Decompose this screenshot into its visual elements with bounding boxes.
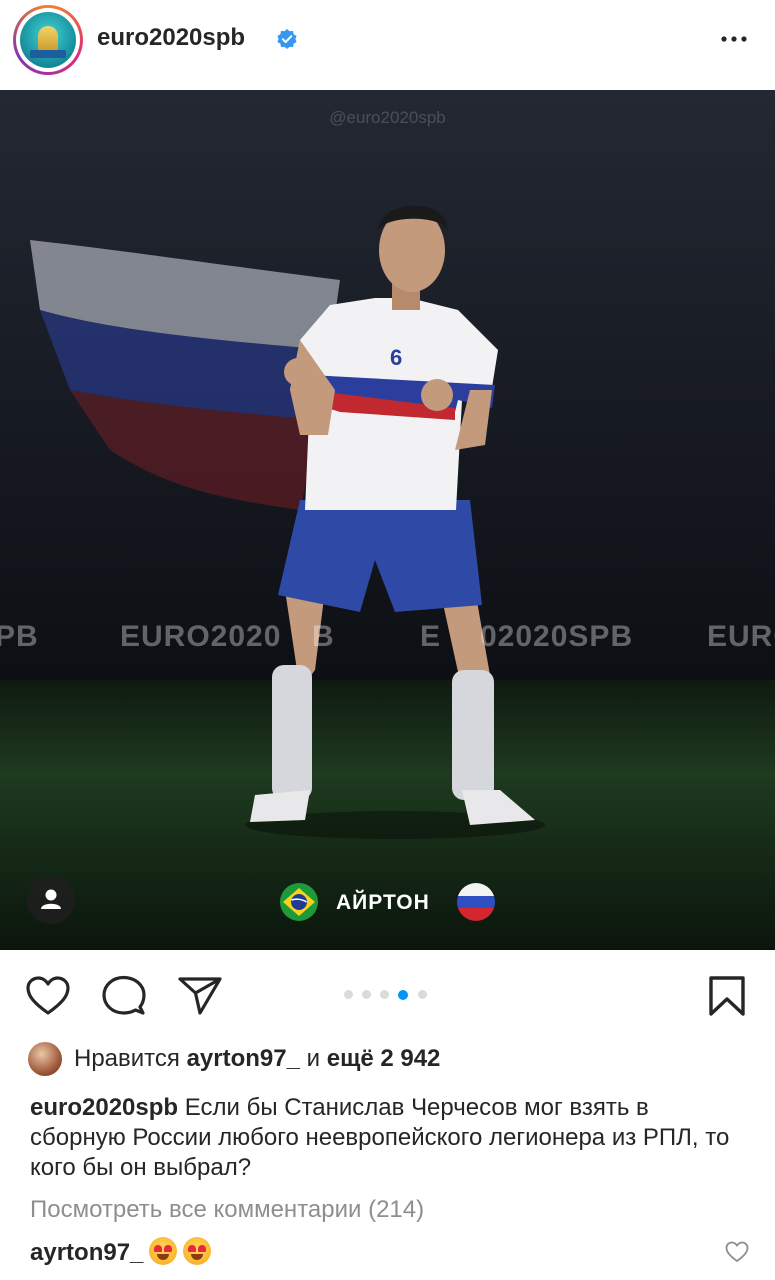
euro2020-logo-icon [20,12,76,68]
comment-row: ayrton97_ [30,1237,212,1267]
user-tag-button[interactable] [27,876,75,924]
view-all-comments-link[interactable]: Посмотреть все комментарии (214) [30,1196,424,1224]
brazil-flag-icon [280,883,318,921]
player-photo: 6 [0,90,775,950]
carousel-dot-active [398,989,408,1000]
band-text: EURO2020 [120,620,282,653]
post-caption: euro2020spb Если бы Станислав Черчесов м… [30,1093,750,1183]
band-text: E [420,620,442,653]
image-watermark: @euro2020spb [329,108,446,127]
verified-badge-icon [277,29,297,49]
caption-username[interactable]: euro2020spb [30,1094,178,1121]
carousel-dot [380,990,389,999]
band-text: EURO [707,620,775,653]
heart-eyes-emoji-icon [149,1237,178,1265]
band-text: PB [0,620,39,653]
liker-username[interactable]: ayrton97_ [187,1045,300,1072]
likes-prefix: Нравится [74,1045,187,1072]
sponsor-band: PB EURO2020 B E 02020SPB EURO [0,620,775,662]
likes-count[interactable]: ещё 2 942 [327,1045,441,1072]
band-text: 02020SPB [480,620,634,653]
carousel-dot [344,990,353,999]
carousel-dot [418,990,427,999]
post-header: euro2020spb [0,0,775,90]
likes-middle: и [299,1045,327,1072]
liker-avatar[interactable] [28,1042,62,1076]
post-username[interactable]: euro2020spb [97,24,245,52]
heart-icon[interactable] [26,976,70,1016]
russia-flag-icon [457,883,495,921]
likes-text[interactable]: Нравится ayrton97_ и ещё 2 942 [74,1045,440,1073]
player-name: АЙРТОН [336,891,430,914]
share-icon[interactable] [178,976,222,1016]
more-options-icon[interactable] [718,22,750,54]
comment-username[interactable]: ayrton97_ [30,1239,143,1266]
heart-eyes-emoji-icon [183,1237,212,1265]
svg-text:6: 6 [390,345,402,370]
carousel-dot [362,990,371,999]
band-text: B [312,620,335,653]
bookmark-icon[interactable] [708,975,746,1017]
user-tag-icon [41,889,61,909]
post-image[interactable]: 6 @euro2020spb PB EURO2020 B E 02020SPB … [0,90,775,950]
comment-like-heart-icon[interactable] [725,1241,749,1263]
profile-avatar[interactable] [13,5,83,75]
comment-icon[interactable] [102,975,146,1017]
